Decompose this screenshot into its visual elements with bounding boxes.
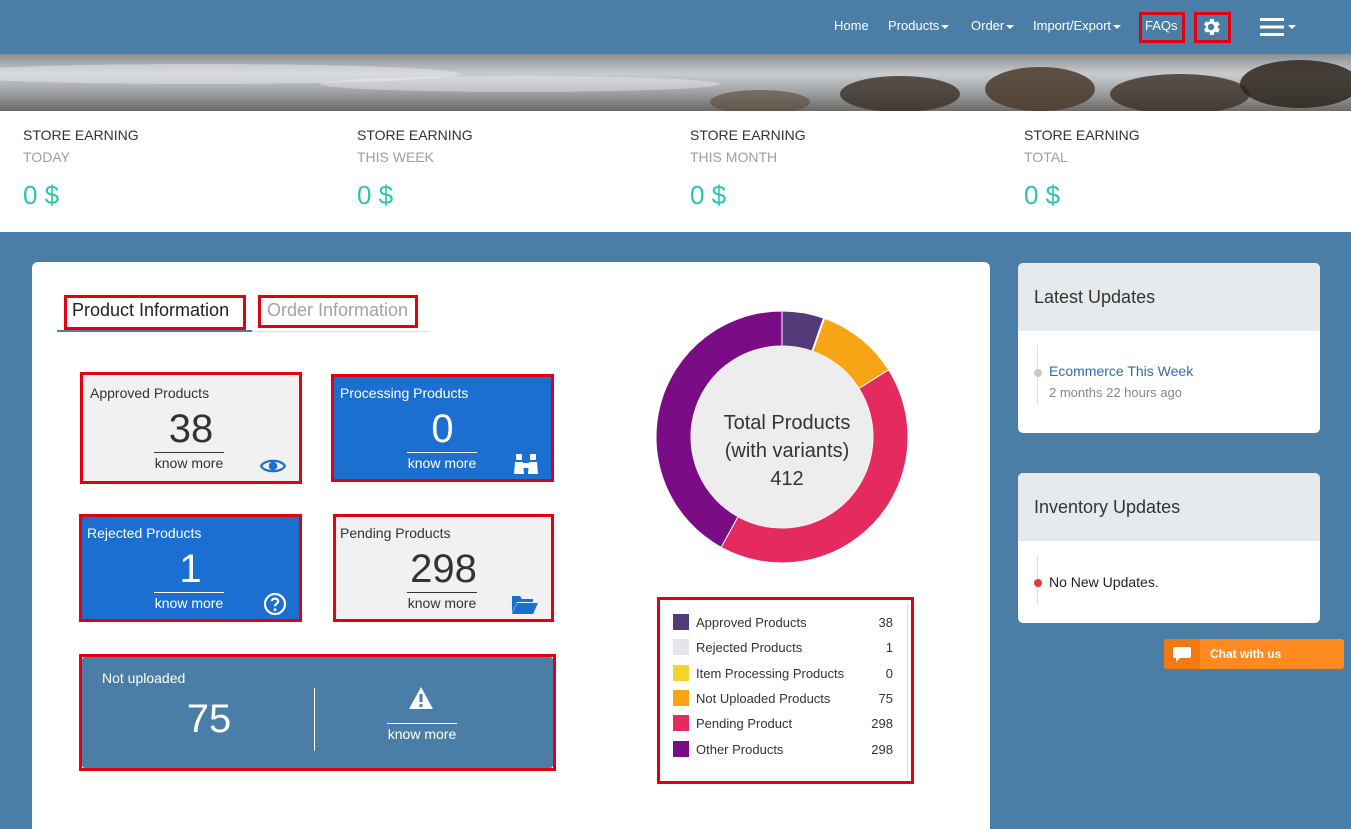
highlight-box xyxy=(331,374,554,482)
highlight-box xyxy=(79,514,302,622)
earning-period: THIS WEEK xyxy=(357,149,435,165)
highlight-box xyxy=(258,295,418,328)
latest-updates-title: Latest Updates xyxy=(1018,263,1320,331)
latest-update-link[interactable]: Ecommerce This Week xyxy=(1049,363,1193,379)
highlight-box xyxy=(80,372,302,484)
chat-label: Chat with us xyxy=(1210,647,1282,661)
chat-bubble-icon xyxy=(1173,647,1191,662)
caret-down-icon xyxy=(1113,24,1122,29)
header-banner-image xyxy=(0,54,1351,111)
nav-import-export-label: Import/Export xyxy=(1033,18,1112,33)
timeline-dot xyxy=(1034,369,1042,377)
nav-order-label: Order xyxy=(971,18,1005,33)
donut-title-line1: Total Products xyxy=(723,412,851,434)
donut-title-line2: (with variants) xyxy=(724,440,850,462)
nav-products-label: Products xyxy=(888,18,940,33)
caret-down-icon xyxy=(941,24,950,29)
inventory-update-message: No New Updates. xyxy=(1049,574,1159,590)
active-tab-indicator xyxy=(57,330,252,332)
top-navbar: Home Products Order Import/Export FAQs xyxy=(0,0,1351,54)
earning-total: STORE EARNING TOTAL 0 $ xyxy=(1024,127,1140,211)
nav-products[interactable]: Products xyxy=(888,18,950,33)
latest-updates-box: Latest Updates xyxy=(1018,263,1320,433)
earning-period: TOTAL xyxy=(1024,149,1068,165)
donut-total: 412 xyxy=(770,468,804,490)
earning-week: STORE EARNING THIS WEEK 0 $ xyxy=(357,127,473,211)
earning-value: 0 $ xyxy=(1024,180,1061,210)
earning-period: THIS MONTH xyxy=(690,149,778,165)
inventory-updates-box: Inventory Updates xyxy=(1018,473,1320,623)
earning-label: STORE EARNING xyxy=(23,127,139,143)
earning-value: 0 $ xyxy=(23,180,60,210)
highlight-box xyxy=(64,295,246,330)
earning-label: STORE EARNING xyxy=(357,127,473,143)
earning-value: 0 $ xyxy=(690,180,727,210)
earning-label: STORE EARNING xyxy=(1024,127,1140,143)
earning-label: STORE EARNING xyxy=(690,127,806,143)
nav-order[interactable]: Order xyxy=(971,18,1015,33)
earning-period: TODAY xyxy=(23,149,70,165)
nav-import-export[interactable]: Import/Export xyxy=(1033,18,1122,33)
hamburger-icon[interactable] xyxy=(1260,17,1298,37)
earning-month: STORE EARNING THIS MONTH 0 $ xyxy=(690,127,806,211)
inventory-updates-title: Inventory Updates xyxy=(1018,473,1320,541)
timeline-dot xyxy=(1034,579,1042,587)
chat-with-us-button[interactable]: Chat with us xyxy=(1164,639,1344,669)
highlight-box xyxy=(79,654,556,771)
nav-home[interactable]: Home xyxy=(834,18,869,33)
store-earnings-bar: STORE EARNING TODAY 0 $ STORE EARNING TH… xyxy=(0,111,1351,232)
highlight-box xyxy=(1139,12,1185,43)
donut-center-label: Total Products (with variants) 412 xyxy=(692,409,882,493)
highlight-box xyxy=(1194,12,1231,43)
highlight-box xyxy=(333,514,554,622)
caret-down-icon xyxy=(1006,24,1015,29)
earning-today: STORE EARNING TODAY 0 $ xyxy=(23,127,139,211)
latest-update-time: 2 months 22 hours ago xyxy=(1049,385,1182,400)
earning-value: 0 $ xyxy=(357,180,394,210)
highlight-box xyxy=(657,597,914,784)
